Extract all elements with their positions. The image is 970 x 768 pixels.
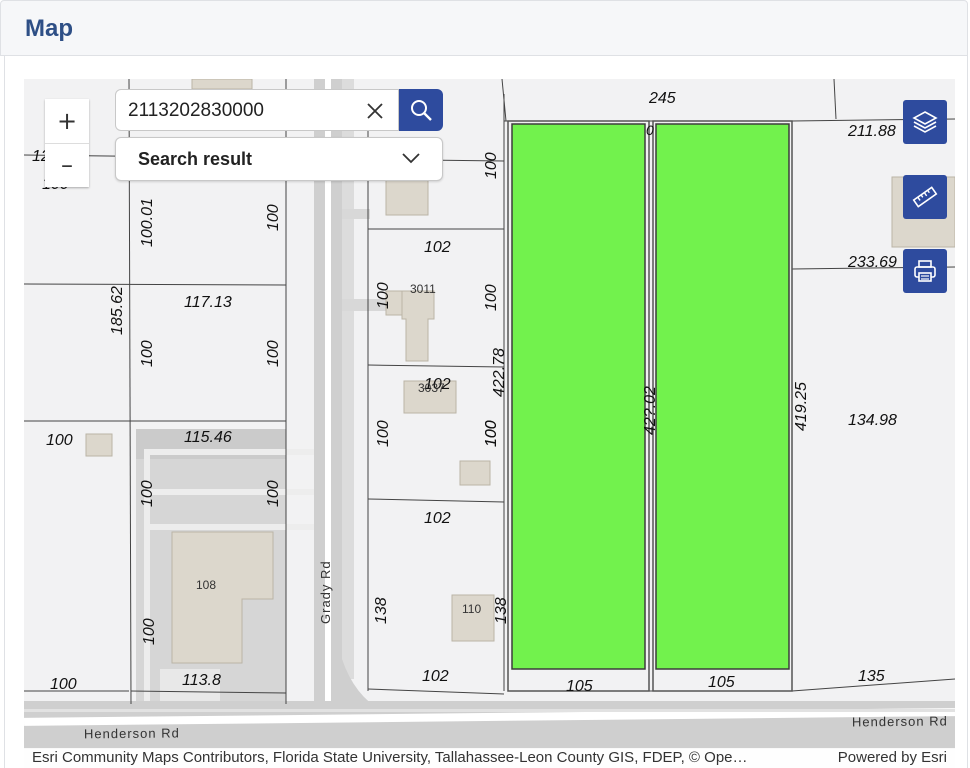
attribution-text[interactable]: Esri Community Maps Contributors, Florid…: [32, 748, 812, 768]
close-icon: [367, 103, 383, 119]
selected-parcel-left: [511, 123, 646, 670]
zoom-control: + –: [45, 99, 89, 187]
panel-title: Map: [25, 15, 73, 42]
layers-button[interactable]: [903, 100, 947, 144]
henderson-rd: [24, 701, 955, 749]
print-icon: [914, 260, 936, 282]
zoom-out-button[interactable]: –: [45, 143, 89, 187]
search-result-label: Search result: [138, 149, 253, 169]
search-box: [115, 89, 399, 131]
map-attribution: Esri Community Maps Contributors, Florid…: [24, 748, 955, 768]
layers-icon: [912, 111, 938, 133]
search-result-dropdown[interactable]: Search result: [115, 137, 443, 181]
search-button[interactable]: [399, 89, 443, 131]
chevron-down-icon: [402, 153, 420, 164]
measure-icon: [912, 186, 938, 208]
basemap[interactable]: [24, 79, 955, 768]
search-icon: [411, 100, 432, 121]
zoom-in-button[interactable]: +: [45, 99, 89, 144]
selected-parcel-right: [655, 123, 790, 670]
search-input[interactable]: [126, 98, 360, 124]
powered-by-esri-link[interactable]: Powered by Esri: [838, 748, 947, 768]
measure-button[interactable]: [903, 175, 947, 219]
clear-search-button[interactable]: [360, 96, 390, 126]
print-button[interactable]: [903, 249, 947, 293]
map-view[interactable]: 245 0 211.88 233.69 134.98 419.25 42?.02…: [24, 79, 955, 768]
map-panel-header: Map: [0, 0, 968, 56]
